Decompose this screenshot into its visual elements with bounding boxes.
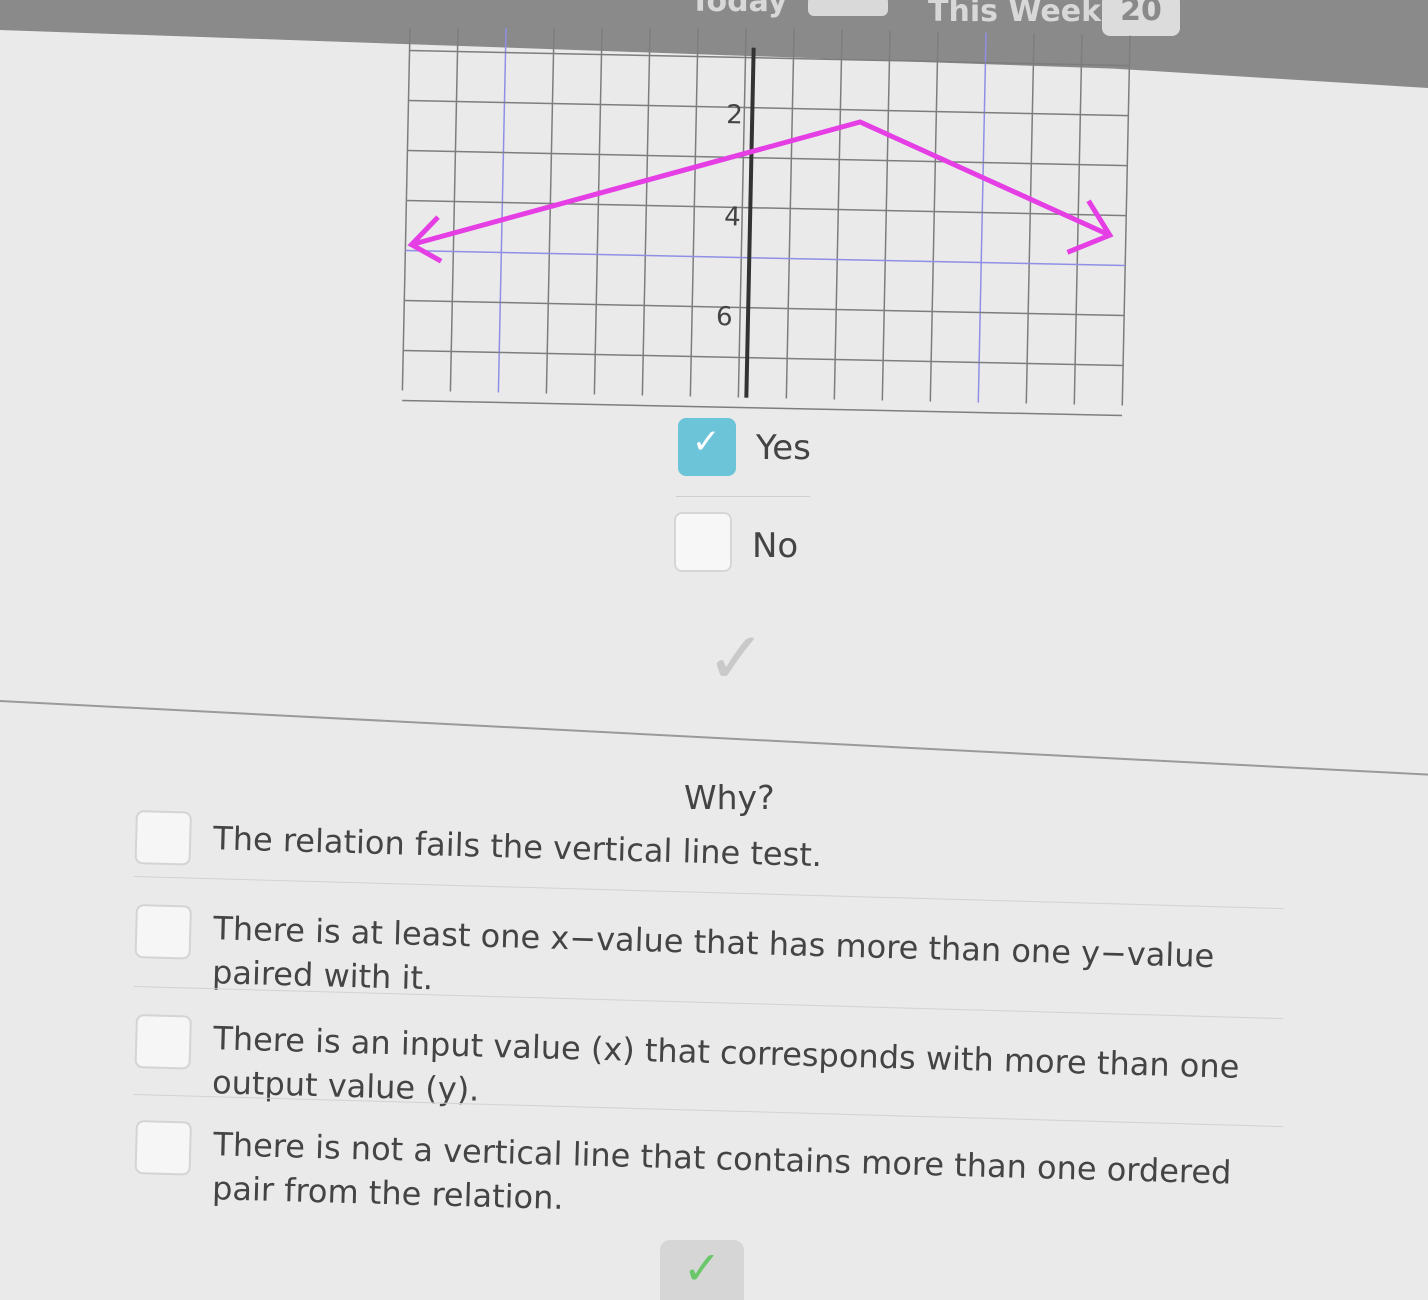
grid-line-horizontal [403,349,1124,367]
grid-line-vertical [1025,33,1035,404]
grid-line-vertical [689,28,699,397]
y-tick-label-6: 6 [716,302,733,332]
reason-checkbox-3[interactable] [134,1014,192,1070]
y-tick-label-4: 4 [724,202,741,232]
reason-text-2: There is at least one x−value that has m… [211,909,1215,998]
grid-line-horizontal [407,149,1128,167]
this-week-tab[interactable]: This Week [928,0,1101,29]
grid-line-horizontal [404,299,1125,317]
grid-line-vertical [977,32,987,403]
reason-option-2[interactable]: There is at least one x−value that has m… [133,904,1316,1020]
reason-text-4: There is not a vertical line that contai… [211,1125,1232,1217]
grid-line-vertical [1121,35,1131,406]
grid-line-horizontal [405,249,1126,267]
coordinate-graph: 2 4 6 [401,28,1131,417]
grid-line-horizontal [408,99,1129,117]
y-axis [744,47,756,398]
grid-line-vertical [881,30,891,401]
submit-check-icon: ✓ [682,1241,722,1295]
reason-checkbox-1[interactable] [134,810,192,866]
graph-line [410,119,1111,248]
no-checkbox[interactable] [674,512,732,572]
today-badge [808,0,888,16]
reason-text-3: There is an input value (x) that corresp… [211,1019,1240,1109]
y-tick-label-2: 2 [726,100,743,130]
submit-button[interactable]: ✓ [660,1240,744,1300]
grid-line-vertical [497,28,507,393]
why-heading: Why? [684,778,775,817]
yes-label: Yes [756,428,811,468]
grid-line-vertical [593,28,603,395]
grid-line-horizontal [402,399,1123,417]
grid-line-horizontal [406,199,1127,217]
grid-line-vertical [545,28,555,394]
grid-line-vertical [449,28,459,392]
today-tab[interactable]: Today [690,0,787,19]
option-separator [676,496,810,497]
answer-check-icon: ✓ [706,616,767,700]
check-icon: ✓ [692,422,721,462]
grid-lines [401,28,1131,417]
grid-line-horizontal [409,49,1130,67]
section-divider [0,700,1428,778]
reason-checkbox-4[interactable] [134,1120,192,1176]
grid-line-vertical [833,29,843,400]
yes-checkbox[interactable]: ✓ [678,418,736,476]
no-label: No [752,526,799,566]
grid-line-vertical [785,28,795,399]
reason-text-1: The relation fails the vertical line tes… [212,819,823,875]
reason-checkbox-2[interactable] [134,904,192,960]
grid-line-vertical [401,28,411,391]
grid-line-vertical [641,28,651,396]
grid-line-vertical [929,31,939,402]
